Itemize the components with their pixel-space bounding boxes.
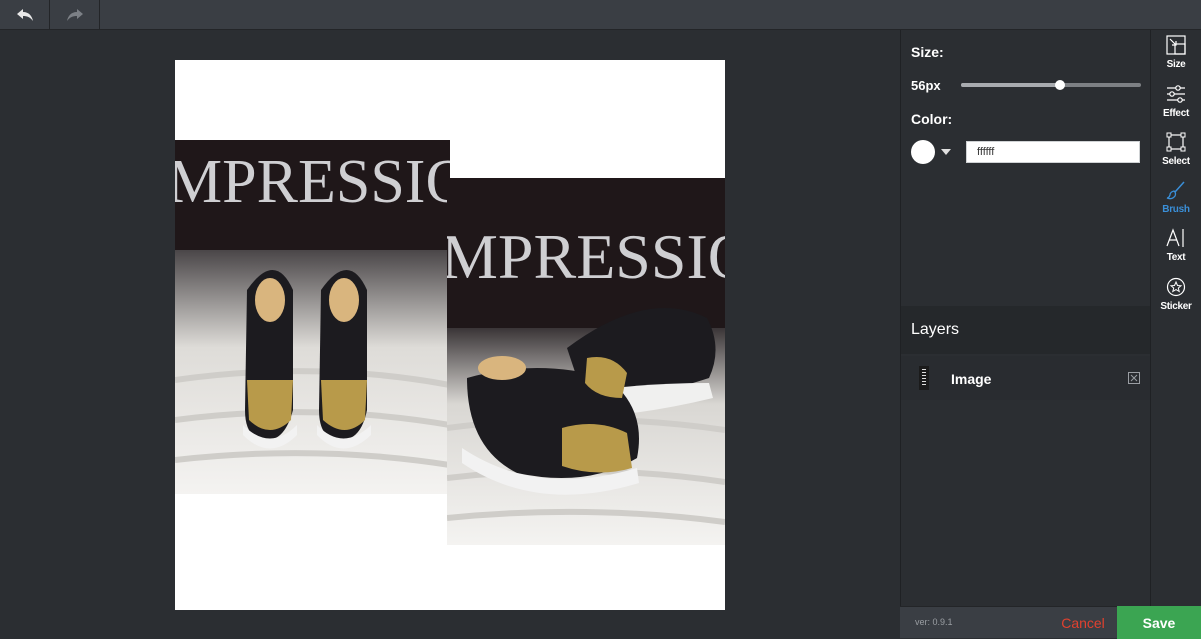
footer-bar: ver: 0.9.1 Cancel Save [900, 606, 1201, 639]
top-toolbar [0, 0, 1201, 30]
brush-icon [1166, 181, 1185, 200]
redo-button[interactable] [50, 0, 100, 29]
color-label: Color: [911, 111, 953, 127]
color-hex-input[interactable] [966, 141, 1140, 163]
photo-sign-text-2: MPRESSIO [447, 221, 725, 292]
color-dropdown-caret-icon[interactable] [941, 149, 951, 155]
size-slider-thumb[interactable] [1055, 80, 1065, 90]
tool-sticker[interactable]: Sticker [1151, 272, 1201, 320]
tool-brush[interactable]: Brush [1151, 175, 1201, 223]
tool-effect-label: Effect [1163, 108, 1189, 119]
photo-sign-text: MPRESSIO [175, 148, 450, 216]
sticker-star-icon [1166, 277, 1186, 297]
layer-thumbnail [919, 366, 929, 390]
text-cursor-icon [1166, 228, 1184, 247]
redo-arrow-icon [66, 8, 83, 21]
tool-effect[interactable]: Effect [1151, 79, 1201, 127]
layer-name: Image [951, 371, 992, 387]
tool-text-label: Text [1166, 252, 1186, 263]
size-value: 56px [911, 78, 941, 93]
undo-button[interactable] [0, 0, 50, 29]
image-canvas[interactable]: MPRESSIO MPRESSI [175, 60, 725, 610]
cancel-button[interactable]: Cancel [1050, 607, 1116, 639]
size-slider-fill [961, 83, 1060, 87]
tool-brush-label: Brush [1162, 204, 1190, 215]
layers-header: Layers [901, 306, 1150, 354]
shoe-photo-side: MPRESSIO [447, 178, 725, 545]
size-slider[interactable] [961, 80, 1141, 90]
tool-sticker-label: Sticker [1160, 301, 1192, 312]
tool-strip: Size Effect Select Brush Text Sticker [1150, 30, 1201, 606]
tool-select[interactable]: Select [1151, 127, 1201, 175]
color-swatch[interactable] [911, 140, 935, 164]
version-text: ver: 0.9.1 [915, 617, 953, 627]
layers-title: Layers [911, 321, 960, 338]
save-button[interactable]: Save [1117, 606, 1201, 639]
editor-stage: MPRESSIO MPRESSI [0, 30, 900, 638]
tool-text[interactable]: Text [1151, 223, 1201, 271]
undo-arrow-icon [16, 8, 33, 21]
sliders-icon [1167, 85, 1185, 103]
layer-item[interactable]: Image [901, 356, 1150, 400]
select-box-icon [1166, 132, 1186, 152]
tool-select-label: Select [1162, 156, 1190, 167]
brush-settings-panel: Size: 56px Color: Layers Image [900, 30, 1150, 638]
layer-remove-icon[interactable] [1128, 372, 1140, 384]
tool-size[interactable]: Size [1151, 30, 1201, 78]
size-label: Size: [911, 44, 944, 60]
tool-size-label: Size [1166, 59, 1186, 70]
resize-icon [1166, 35, 1186, 55]
shoe-photo-front: MPRESSIO [175, 140, 450, 494]
